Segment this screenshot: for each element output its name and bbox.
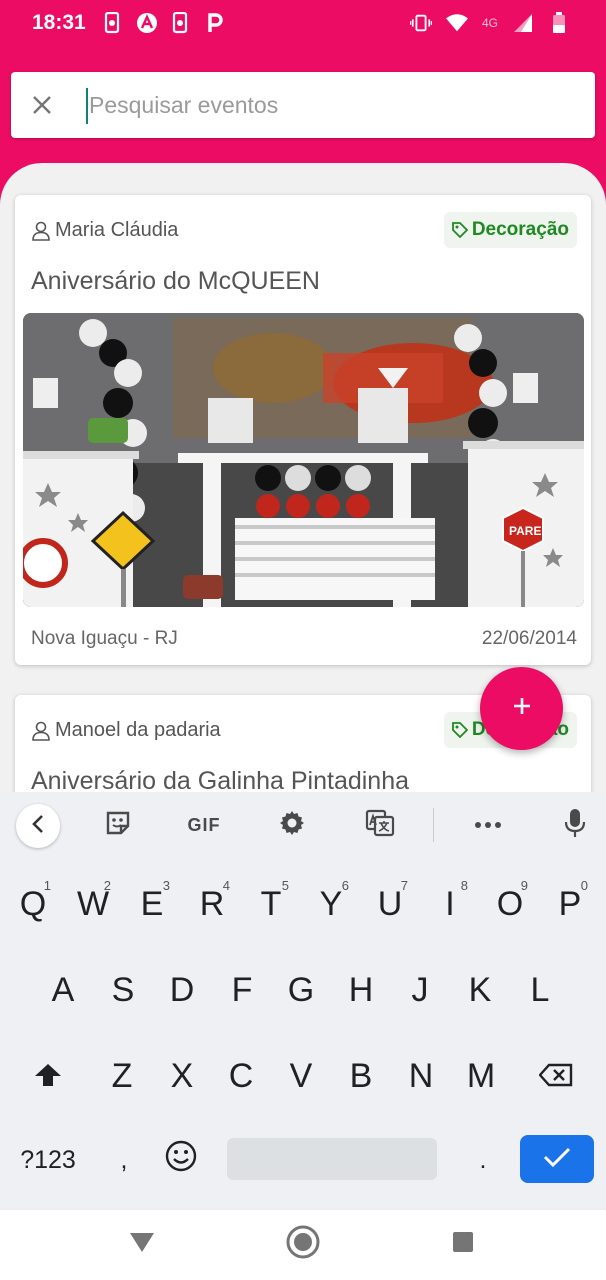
comma-key[interactable]: ,: [96, 1132, 152, 1188]
key-p[interactable]: 0P: [542, 876, 598, 932]
emoji-icon: [165, 1140, 197, 1181]
system-icons: 4G: [409, 12, 570, 34]
search-bar[interactable]: [11, 72, 595, 138]
key-y[interactable]: 6Y: [303, 876, 359, 932]
key-u[interactable]: 7U: [362, 876, 418, 932]
voice-input-button[interactable]: [553, 804, 597, 846]
translate-button[interactable]: [358, 804, 402, 846]
svg-text:PARE: PARE: [509, 524, 541, 538]
key-n[interactable]: N: [393, 1048, 449, 1104]
event-author-name: Maria Cláudia: [55, 219, 179, 241]
sticker-icon: [104, 809, 132, 842]
battery-icon: [548, 12, 570, 34]
event-card[interactable]: Maria Cláudia Decoração Aniversário do M…: [15, 195, 591, 665]
home-circle-icon: [285, 1224, 321, 1265]
backspace-key[interactable]: [528, 1048, 584, 1104]
soft-keyboard[interactable]: GIF 1Q 2W 3E 4R 5T 6Y 7U 8I 9O 0 P A S D…: [0, 792, 606, 1210]
category-tag: Decoração: [443, 212, 577, 248]
more-horizontal-icon: [474, 816, 502, 834]
phone-app-icon: [102, 12, 124, 34]
key-f[interactable]: F: [214, 962, 270, 1018]
back-triangle-icon: [129, 1231, 155, 1258]
app-p-icon: [204, 12, 226, 34]
status-time: 18:31: [32, 11, 86, 34]
wifi-icon: [445, 12, 468, 34]
key-d[interactable]: D: [154, 962, 210, 1018]
key-b[interactable]: B: [333, 1048, 389, 1104]
phone-app-icon-2: [170, 12, 192, 34]
symbols-key[interactable]: ?123: [12, 1132, 84, 1188]
event-author: Manoel da padaria: [31, 719, 221, 742]
notification-icons: [102, 12, 226, 34]
key-r[interactable]: 4R: [184, 876, 240, 932]
add-event-button[interactable]: [480, 667, 563, 750]
toolbar-divider: [433, 808, 434, 842]
back-button[interactable]: [122, 1224, 162, 1264]
key-l[interactable]: L: [512, 962, 568, 1018]
key-t[interactable]: 5T: [243, 876, 299, 932]
key-m[interactable]: M: [453, 1048, 509, 1104]
key-i[interactable]: 8I: [422, 876, 478, 932]
tag-icon: [451, 722, 469, 739]
key-a[interactable]: A: [35, 962, 91, 1018]
event-author-name: Manoel da padaria: [55, 719, 221, 741]
vibrate-icon: [409, 12, 432, 34]
user-icon: [31, 221, 51, 241]
backspace-icon: [538, 1057, 573, 1096]
check-icon: [543, 1146, 571, 1173]
chevron-left-icon: [31, 814, 45, 839]
network-type-label: 4G: [481, 16, 498, 30]
key-s[interactable]: S: [95, 962, 151, 1018]
key-e[interactable]: 3E: [124, 876, 180, 932]
key-v[interactable]: V: [273, 1048, 329, 1104]
shift-icon: [34, 1057, 62, 1096]
system-navigation-bar: [0, 1210, 606, 1280]
toolbar-back-button[interactable]: [16, 804, 60, 848]
key-q[interactable]: 1Q: [5, 876, 61, 932]
recents-button[interactable]: [443, 1224, 483, 1264]
gif-label: GIF: [187, 814, 221, 835]
app-a-icon: [136, 12, 158, 34]
close-icon[interactable]: [29, 92, 55, 118]
shift-key[interactable]: [20, 1048, 76, 1104]
more-button[interactable]: [466, 804, 510, 846]
period-key[interactable]: .: [455, 1132, 511, 1188]
enter-key[interactable]: [520, 1135, 594, 1183]
gif-button[interactable]: GIF: [182, 804, 226, 846]
event-author: Maria Cláudia: [31, 219, 178, 242]
key-c[interactable]: C: [213, 1048, 269, 1104]
tag-icon: [451, 222, 469, 239]
key-w[interactable]: 2W: [65, 876, 121, 932]
key-j[interactable]: J: [392, 962, 448, 1018]
text-cursor: [86, 88, 88, 124]
space-key[interactable]: [227, 1138, 437, 1180]
sticker-button[interactable]: [96, 804, 140, 846]
event-date: 22/06/2014: [481, 628, 577, 649]
keyboard-toolbar: GIF: [0, 792, 606, 858]
key-o[interactable]: 9O: [482, 876, 538, 932]
event-photo[interactable]: PARE: [23, 313, 584, 607]
emoji-key[interactable]: [153, 1132, 209, 1188]
event-location: Nova Iguaçu - RJ: [31, 628, 178, 649]
microphone-icon: [564, 808, 586, 843]
status-bar: 18:31 4G: [0, 0, 606, 48]
key-x[interactable]: X: [154, 1048, 210, 1104]
square-icon: [452, 1231, 474, 1258]
event-title: Aniversário do McQUEEN: [31, 267, 320, 295]
category-tag-label: Decoração: [471, 219, 569, 240]
settings-button[interactable]: [270, 804, 314, 846]
key-g[interactable]: G: [273, 962, 329, 1018]
events-list[interactable]: Maria Cláudia Decoração Aniversário do M…: [0, 163, 606, 863]
translate-icon: [365, 809, 395, 842]
key-h[interactable]: H: [333, 962, 389, 1018]
cell-signal-icon: [512, 12, 534, 34]
home-button[interactable]: [283, 1224, 323, 1264]
gear-icon: [278, 809, 306, 842]
key-k[interactable]: K: [452, 962, 508, 1018]
search-input[interactable]: [89, 84, 569, 126]
key-z[interactable]: Z: [94, 1048, 150, 1104]
plus-icon: [512, 696, 532, 721]
user-icon: [31, 721, 51, 741]
